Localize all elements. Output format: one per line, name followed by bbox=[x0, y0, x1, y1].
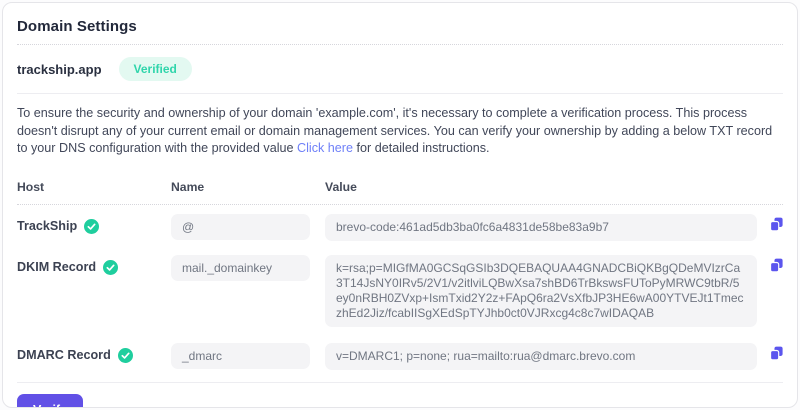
status-badge: Verified bbox=[118, 57, 192, 81]
copy-icon bbox=[769, 346, 783, 366]
description-text: for detailed instructions. bbox=[353, 141, 490, 155]
name-field[interactable]: mail._domainkey bbox=[171, 254, 310, 281]
divider bbox=[17, 381, 783, 383]
domain-settings-card: Domain Settings trackship.app Verified T… bbox=[2, 2, 798, 408]
table-row-host-trackship: TrackShip bbox=[17, 214, 171, 234]
copy-value-button[interactable] bbox=[757, 343, 783, 366]
domain-row: trackship.app Verified bbox=[17, 45, 783, 93]
host-label: TrackShip bbox=[17, 219, 78, 233]
column-header-value: Value bbox=[325, 179, 357, 194]
value-field[interactable]: brevo-code:461ad5db3ba0fc6a4831de58be83a… bbox=[325, 213, 757, 241]
host-label: DMARC Record bbox=[17, 348, 111, 362]
check-circle-icon bbox=[117, 347, 133, 363]
host-label: DKIM Record bbox=[17, 260, 97, 274]
value-field[interactable]: v=DMARC1; p=none; rua=mailto:rua@dmarc.b… bbox=[325, 342, 757, 370]
column-header-host: Host bbox=[17, 179, 45, 194]
check-circle-icon bbox=[84, 218, 100, 234]
copy-value-button[interactable] bbox=[757, 214, 783, 237]
table-row-host-dkim: DKIM Record bbox=[17, 255, 171, 275]
column-header-name: Name bbox=[171, 179, 205, 194]
name-field[interactable]: _dmarc bbox=[171, 342, 310, 369]
table-row-host-dmarc: DMARC Record bbox=[17, 343, 171, 363]
verification-description: To ensure the security and ownership of … bbox=[17, 105, 783, 158]
copy-icon bbox=[769, 258, 783, 278]
domain-name: trackship.app bbox=[17, 61, 102, 77]
verify-button[interactable]: Verify bbox=[17, 393, 84, 407]
dns-records-table: Host Name Value TrackShip @ brevo-code:4… bbox=[17, 171, 783, 370]
value-field[interactable]: k=rsa;p=MIGfMA0GCSqGSIb3DQEBAQUAA4GNADCB… bbox=[325, 254, 757, 327]
check-circle-icon bbox=[103, 259, 119, 275]
copy-icon bbox=[769, 217, 783, 237]
copy-value-button[interactable] bbox=[757, 255, 783, 278]
divider bbox=[17, 203, 783, 205]
click-here-link[interactable]: Click here bbox=[297, 141, 353, 155]
page-title: Domain Settings bbox=[17, 18, 137, 35]
name-field[interactable]: @ bbox=[171, 213, 310, 240]
divider bbox=[17, 93, 783, 94]
